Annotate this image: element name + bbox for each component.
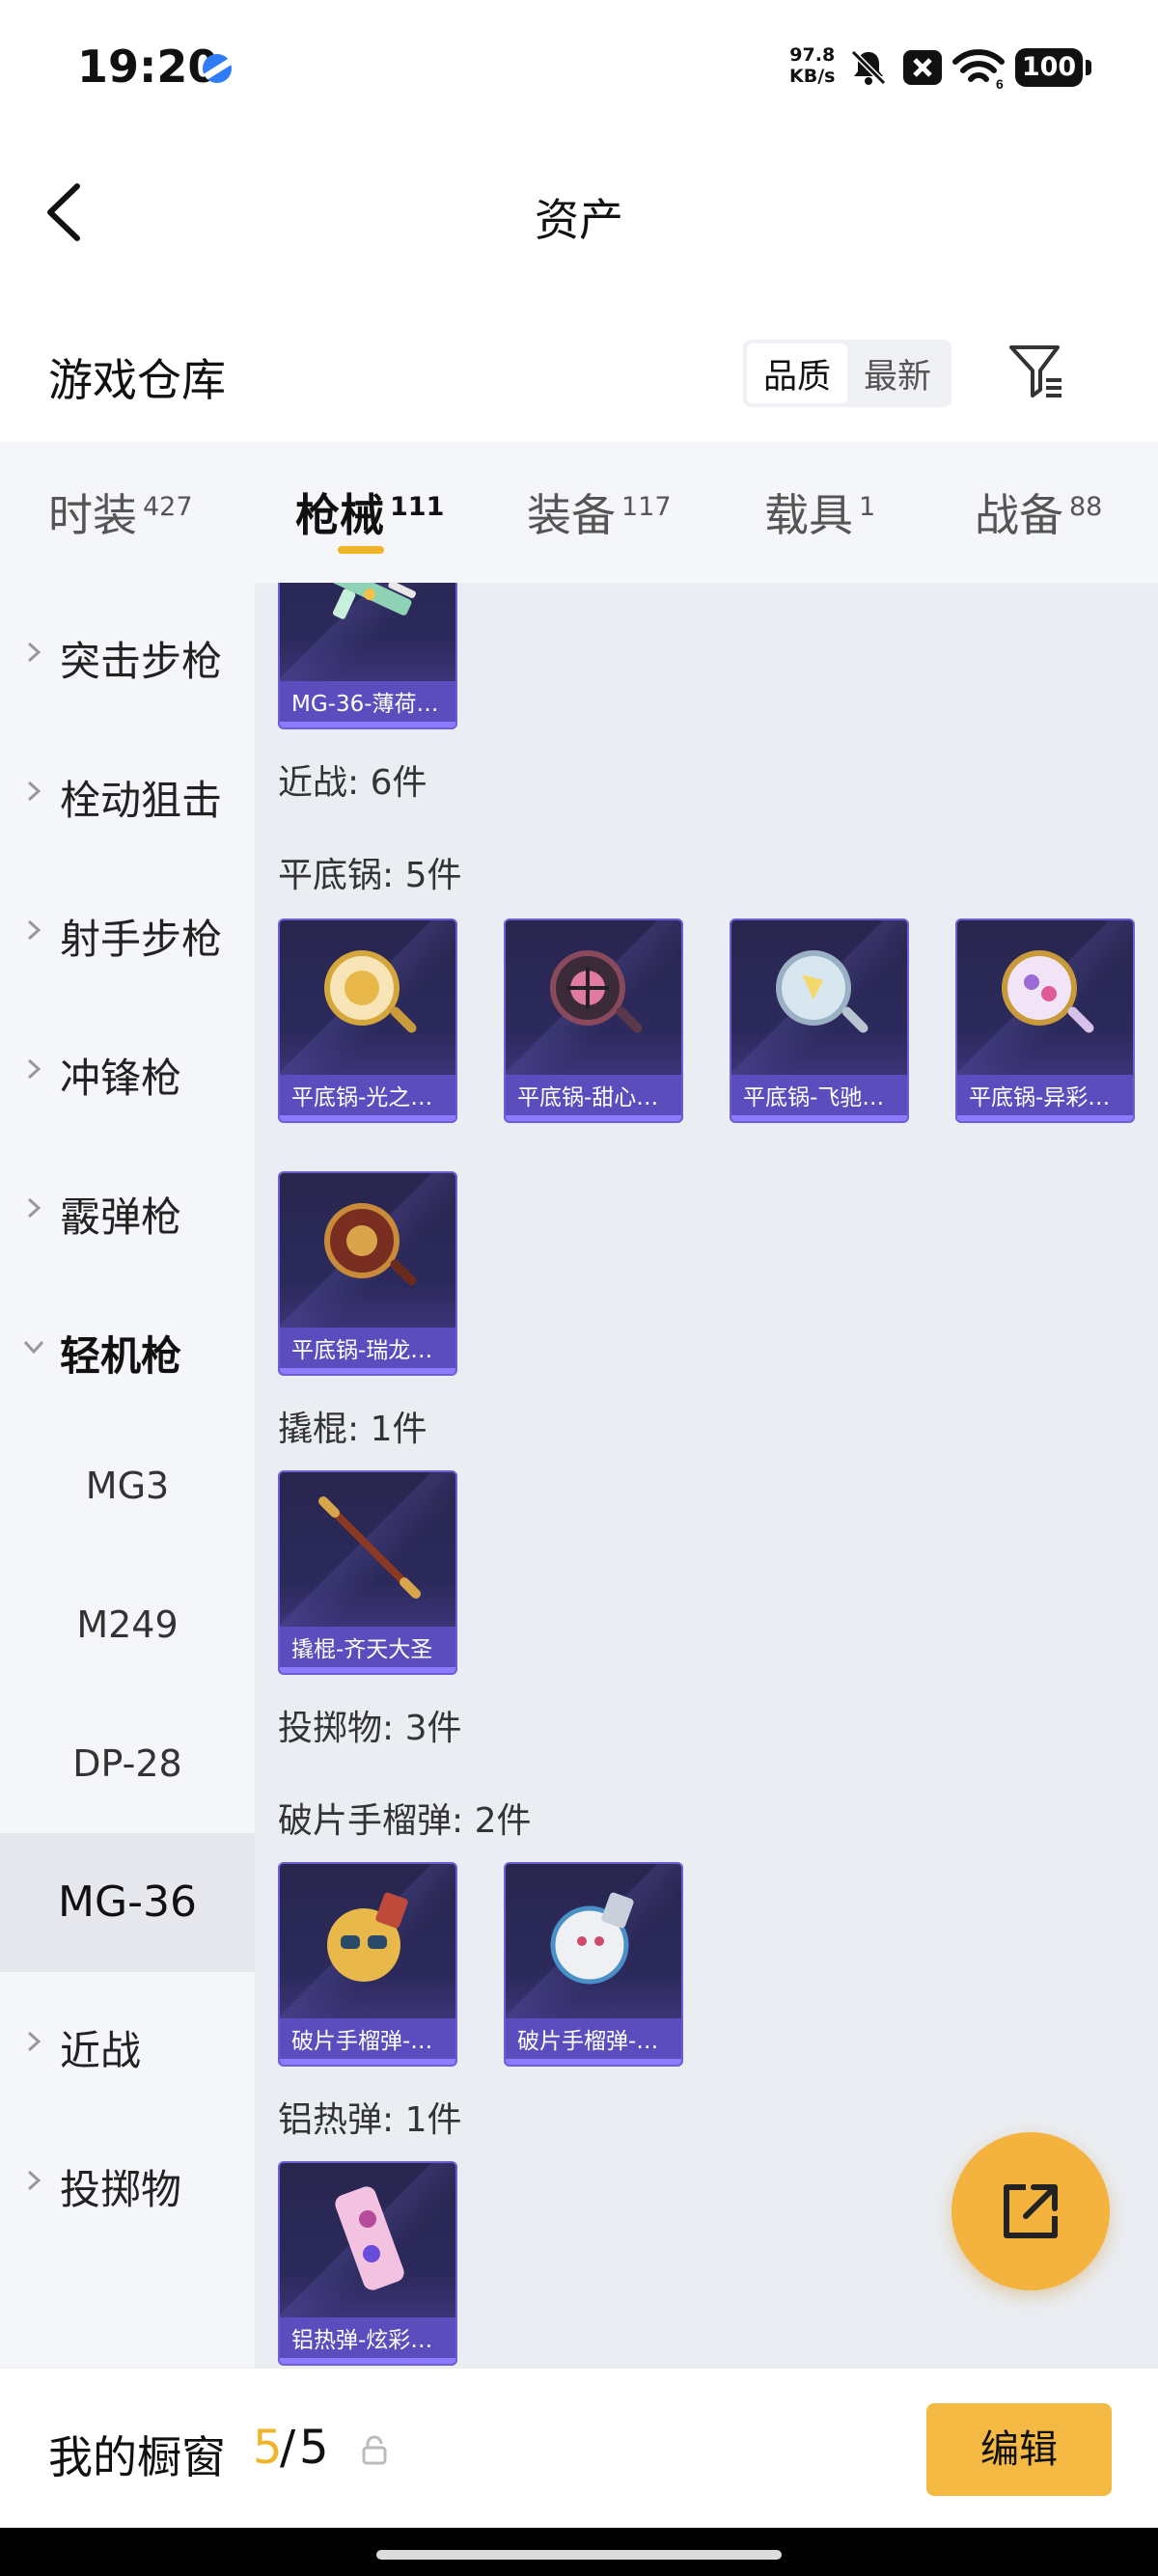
pan-skin-icon [550, 950, 643, 1033]
section-header-thermite: 铝热弹: 1件 [278, 2100, 462, 2140]
tab-fashion[interactable]: 时装 427 [48, 480, 193, 544]
chevron-right-icon [27, 2170, 41, 2191]
item-card-thermite[interactable]: 铝热弹-炫彩… [278, 2161, 457, 2366]
sidebar-item-smg[interactable]: 冲锋枪 [0, 1000, 255, 1138]
pan-skin-icon [324, 950, 417, 1033]
section-header-pan: 平底锅: 5件 [278, 856, 462, 895]
showcase-label: 我的橱窗 [48, 2431, 226, 2483]
browser-app-icon [203, 54, 232, 83]
pan-skin-icon [324, 1203, 417, 1286]
chevron-right-icon [27, 1058, 41, 1080]
share-button[interactable] [951, 2132, 1110, 2290]
share-export-icon [1004, 2184, 1058, 2238]
sidebar-sub-mg36[interactable]: MG-36 [0, 1833, 255, 1972]
showcase-separator: / [280, 2421, 296, 2475]
sidebar-item-shotgun[interactable]: 霰弹枪 [0, 1138, 255, 1277]
sidebar-sub-mg3[interactable]: MG3 [0, 1416, 255, 1555]
clock: 19:20 [77, 41, 219, 93]
sidebar-sub-m249[interactable]: M249 [0, 1555, 255, 1694]
sidebar-item-bolt-sniper[interactable]: 栓动狙击 [0, 722, 255, 861]
item-card-pan-3[interactable]: 平底锅-飞驰… [730, 918, 909, 1123]
tab-vehicles[interactable]: 载具 1 [764, 480, 875, 544]
close-notification-icon [901, 46, 944, 93]
page-title: 资产 [535, 194, 623, 246]
top-nav: 资产 [0, 154, 1158, 270]
category-tabs: 时装 427 枪械 111 装备 117 载具 1 战备 88 [0, 442, 1158, 583]
sidebar-item-lmg[interactable]: 轻机枪 [0, 1277, 255, 1416]
warehouse-title: 游戏仓库 [48, 354, 226, 406]
system-navigation-bar [0, 2528, 1158, 2576]
chevron-right-icon [27, 919, 41, 941]
item-card-mg36[interactable]: MG-36-薄荷… [278, 583, 457, 729]
bell-muted-icon [847, 46, 890, 93]
chevron-right-icon [27, 781, 41, 802]
sort-newest-button[interactable]: 最新 [847, 343, 948, 403]
status-bar: 19:20 97.8 KB/s 6 100 [0, 0, 1158, 135]
item-grid: MG-36-薄荷… 近战: 6件 平底锅: 5件 平底锅-光之… 平底锅-甜心…… [255, 583, 1158, 2368]
chevron-right-icon [27, 642, 41, 663]
pan-skin-icon [1002, 950, 1094, 1033]
item-card-label: 平底锅-异彩… [957, 1075, 1133, 1121]
item-card-pan-2[interactable]: 平底锅-甜心… [504, 918, 683, 1123]
pan-skin-icon [776, 950, 868, 1033]
item-card-label: 平底锅-光之… [280, 1075, 455, 1121]
grenade-skin-icon [327, 1892, 408, 1982]
item-card-label: 撬棍-齐天大圣 [280, 1627, 455, 1673]
item-card-label: MG-36-薄荷… [280, 681, 455, 727]
filter-icon[interactable] [1004, 340, 1071, 407]
rifle-skin-icon [327, 583, 416, 619]
wifi-icon: 6 [951, 46, 1006, 93]
network-speed: 97.8 KB/s [789, 44, 836, 87]
sort-toggle: 品质 最新 [743, 340, 951, 407]
sidebar-item-melee[interactable]: 近战 [0, 1972, 255, 2111]
staff-skin-icon [318, 1496, 421, 1599]
sidebar-item-marksman-rifle[interactable]: 射手步枪 [0, 861, 255, 1000]
item-card-frag-1[interactable]: 破片手榴弹-… [278, 1862, 457, 2067]
section-header-melee: 近战: 6件 [278, 763, 427, 803]
weapon-category-sidebar: 突击步枪 栓动狙击 射手步枪 冲锋枪 霰弹枪 轻机枪 MG3 M249 DP-2… [0, 583, 255, 2368]
item-card-label: 破片手榴弹-… [506, 2018, 681, 2065]
tab-equipment[interactable]: 装备 117 [527, 480, 672, 544]
item-card-label: 平底锅-甜心… [506, 1075, 681, 1121]
svg-text:6: 6 [996, 76, 1004, 89]
showcase-total-count: 5 [299, 2421, 329, 2475]
grenade-skin-icon [550, 1892, 634, 1985]
item-card-pan-4[interactable]: 平底锅-异彩… [955, 918, 1135, 1123]
item-card-pan-1[interactable]: 平底锅-光之… [278, 918, 457, 1123]
edit-button[interactable]: 编辑 [926, 2403, 1112, 2496]
section-header-frag: 破片手榴弹: 2件 [278, 1801, 532, 1841]
item-card-label: 平底锅-飞驰… [731, 1075, 907, 1121]
home-indicator[interactable] [376, 2550, 782, 2560]
lock-icon[interactable] [360, 2434, 389, 2471]
sidebar-item-assault-rifle[interactable]: 突击步枪 [0, 583, 255, 722]
chevron-down-icon [23, 1340, 44, 1355]
sort-quality-button[interactable]: 品质 [747, 343, 847, 403]
battery-indicator: 100 [1015, 48, 1091, 87]
sidebar-sub-dp28[interactable]: DP-28 [0, 1694, 255, 1833]
item-card-label: 铝热弹-炫彩… [280, 2317, 455, 2364]
showcase-bar: 我的橱窗 5 / 5 编辑 [0, 2368, 1158, 2528]
tab-tactical[interactable]: 战备 88 [975, 480, 1102, 544]
item-card-frag-2[interactable]: 破片手榴弹-… [504, 1862, 683, 2067]
item-card-crowbar[interactable]: 撬棍-齐天大圣 [278, 1470, 457, 1675]
thermite-skin-icon [335, 2186, 404, 2290]
active-tab-indicator [338, 546, 384, 554]
item-card-label: 平底锅-瑞龙… [280, 1328, 455, 1374]
chevron-right-icon [27, 2031, 41, 2052]
sidebar-item-throwables[interactable]: 投掷物 [0, 2111, 255, 2250]
tab-firearms[interactable]: 枪械 111 [295, 480, 444, 544]
item-card-pan-5[interactable]: 平底锅-瑞龙… [278, 1171, 457, 1376]
section-header-crowbar: 撬棍: 1件 [278, 1410, 427, 1449]
item-card-label: 破片手榴弹-… [280, 2018, 455, 2065]
showcase-current-count: 5 [253, 2421, 283, 2475]
section-header-throwables: 投掷物: 3件 [278, 1709, 462, 1748]
chevron-right-icon [27, 1197, 41, 1219]
